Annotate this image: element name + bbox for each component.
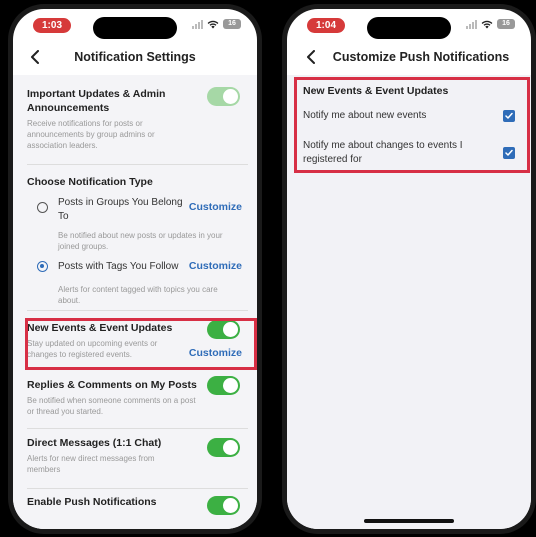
tags-option-label: Posts with Tags You Follow	[58, 261, 179, 272]
dms-desc: Alerts for new direct messages from memb…	[27, 454, 155, 474]
status-bar: 1:04 16	[287, 9, 531, 39]
groups-customize-link[interactable]: Customize	[189, 201, 242, 213]
replies-desc: Be notified when someone comments on a p…	[27, 396, 196, 416]
check-icon	[505, 112, 513, 119]
notification-type-section: Choose Notification Type Posts in Groups…	[27, 165, 248, 311]
signal-icon	[192, 19, 203, 29]
battery-icon: 16	[497, 19, 515, 29]
chevron-left-icon	[307, 50, 315, 64]
nav-bar: Customize Push Notifications	[287, 43, 531, 71]
events-desc: Stay updated on upcoming events or chang…	[27, 339, 158, 359]
events-section-title: New Events & Event Updates	[303, 85, 449, 97]
notification-type-title: Choose Notification Type	[27, 176, 153, 188]
tags-option-desc: Alerts for content tagged with topics yo…	[58, 285, 218, 305]
important-updates-section: Important Updates & Admin Announcements …	[27, 75, 248, 165]
status-time: 1:03	[33, 18, 71, 33]
radio-tags[interactable]	[37, 261, 48, 272]
wifi-icon	[481, 20, 493, 28]
events-section: New Events & Event Updates Stay updated …	[27, 311, 248, 370]
push-toggle[interactable]	[207, 496, 240, 515]
important-updates-title: Important Updates & Admin Announcements	[27, 88, 166, 114]
dms-section: Direct Messages (1:1 Chat) Alerts for ne…	[27, 429, 248, 489]
event-changes-checkbox[interactable]	[503, 147, 515, 159]
check-icon	[505, 149, 513, 156]
back-button[interactable]	[25, 47, 45, 67]
wifi-icon	[207, 20, 219, 28]
dynamic-island	[93, 17, 177, 39]
right-phone: 1:04 16 Customize Push Notifications New…	[282, 4, 536, 534]
important-updates-desc: Receive notifications for posts or annou…	[27, 119, 155, 150]
event-changes-option-label: Notify me about changes to events I regi…	[303, 140, 463, 165]
nav-bar: Notification Settings	[13, 43, 257, 71]
stage: 1:03 16 Notification Settings Important …	[0, 0, 536, 537]
battery-icon: 16	[223, 19, 241, 29]
status-icons: 16	[192, 19, 241, 29]
page-title: Customize Push Notifications	[332, 50, 510, 64]
back-button[interactable]	[301, 47, 321, 67]
page-title: Notification Settings	[74, 50, 196, 64]
settings-list: Important Updates & Admin Announcements …	[13, 75, 257, 529]
new-events-checkbox[interactable]	[503, 110, 515, 122]
replies-section: Replies & Comments on My Posts Be notifi…	[27, 370, 248, 429]
events-toggle[interactable]	[207, 320, 240, 339]
dynamic-island	[367, 17, 451, 39]
status-icons: 16	[466, 19, 515, 29]
dms-toggle[interactable]	[207, 438, 240, 457]
home-indicator	[364, 519, 454, 523]
important-updates-toggle[interactable]	[207, 87, 240, 106]
new-events-option-label: Notify me about new events	[303, 110, 427, 121]
customize-push-screen: 1:04 16 Customize Push Notifications New…	[287, 9, 531, 529]
status-bar: 1:03 16	[13, 9, 257, 39]
replies-toggle[interactable]	[207, 376, 240, 395]
tags-customize-link[interactable]: Customize	[189, 260, 242, 272]
chevron-left-icon	[31, 50, 39, 64]
push-section: Enable Push Notifications	[27, 489, 248, 529]
notification-settings-screen: 1:03 16 Notification Settings Important …	[13, 9, 257, 529]
groups-option-desc: Be notified about new posts or updates i…	[58, 231, 223, 251]
groups-option-label: Posts in Groups You Belong To	[58, 197, 183, 222]
left-phone: 1:03 16 Notification Settings Important …	[8, 4, 262, 534]
signal-icon	[466, 19, 477, 29]
customize-list: New Events & Event Updates Notify me abo…	[287, 75, 531, 529]
radio-groups[interactable]	[37, 202, 48, 213]
events-customize-link[interactable]: Customize	[189, 347, 242, 359]
status-time: 1:04	[307, 18, 345, 33]
